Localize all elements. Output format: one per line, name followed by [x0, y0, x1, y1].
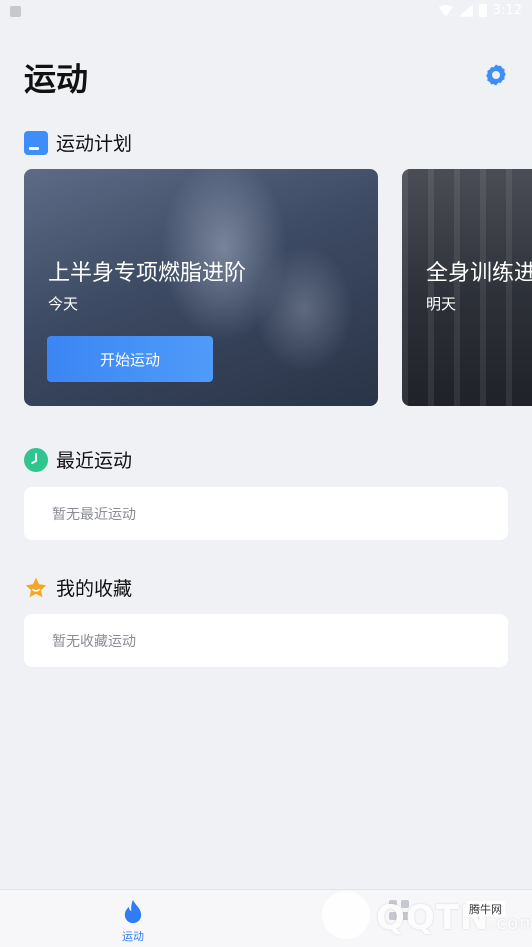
- tab-sport-label: 运动: [122, 930, 144, 943]
- battery-icon: [478, 4, 487, 17]
- plan-card-title: 上半身专项燃脂进阶: [48, 261, 247, 286]
- plan-card[interactable]: 上半身专项燃脂进阶 今天 开始运动: [24, 169, 378, 406]
- plan-card-day: 今天: [48, 295, 79, 313]
- signal-icon: [458, 4, 473, 17]
- recent-empty-box: 暂无最近运动: [24, 487, 508, 540]
- star-icon: [25, 577, 47, 597]
- recent-empty-text: 暂无最近运动: [52, 507, 136, 523]
- status-bar: 3:12: [0, 0, 532, 24]
- plan-carousel[interactable]: 上半身专项燃脂进阶 今天 开始运动 全身训练进 明天: [24, 169, 532, 406]
- flame-icon: [124, 899, 142, 924]
- calendar-icon: [24, 130, 48, 155]
- favorites-empty-box: 暂无收藏运动: [24, 614, 508, 667]
- watermark-logo: [322, 891, 370, 939]
- clock-icon: [24, 447, 48, 472]
- start-workout-button[interactable]: 开始运动: [47, 336, 213, 382]
- plan-section-title: 运动计划: [56, 133, 133, 155]
- plan-card[interactable]: 全身训练进 明天: [402, 169, 532, 406]
- wifi-icon: [438, 4, 453, 17]
- favorites-section-title: 我的收藏: [56, 578, 133, 600]
- recent-section-header: 最近运动: [24, 446, 132, 473]
- favorites-empty-text: 暂无收藏运动: [52, 634, 136, 650]
- tab-sport[interactable]: 运动: [0, 890, 266, 947]
- watermark-badge: 腾牛网: [466, 901, 505, 917]
- notification-icon: [10, 6, 21, 17]
- plan-card-title: 全身训练进: [426, 261, 532, 286]
- favorites-section-header: 我的收藏: [24, 574, 132, 601]
- page-title: 运动: [24, 60, 89, 98]
- status-time: 3:12: [492, 3, 522, 18]
- plan-card-day: 明天: [426, 295, 457, 313]
- plan-section-header: 运动计划: [24, 129, 132, 156]
- recent-section-title: 最近运动: [56, 450, 133, 472]
- watermark-text: QQTN.com: [376, 898, 532, 938]
- gear-icon[interactable]: [484, 63, 508, 87]
